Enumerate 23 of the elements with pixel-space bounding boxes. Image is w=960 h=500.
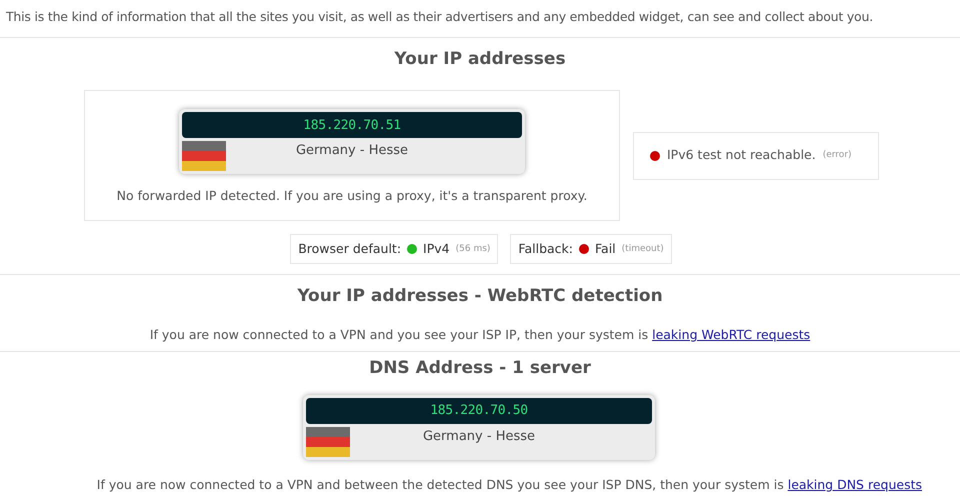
check-label: Browser default: — [298, 240, 402, 258]
dns-note: If you are now connected to a VPN and between the detected DNS you see your ISP DNS, then your system is leaking DNS requests — [96, 476, 923, 494]
intro-text: This is the kind of information that all the sites you visit, as well as their advertisers and any embedded widget, can see and collect about you. — [5, 8, 874, 26]
dns-link[interactable]: leaking DNS requests — [788, 477, 922, 492]
check-value: Fail — [595, 240, 616, 258]
section-title: Your IP addresses — [393, 48, 567, 71]
proxy-note: No forwarded IP detected. If you are using a proxy, it's a transparent proxy. — [116, 187, 588, 206]
location-text: Germany - Hesse — [294, 142, 410, 160]
germany-flag-icon — [306, 427, 350, 457]
section-title: Your IP addresses - WebRTC detection — [296, 285, 664, 308]
germany-flag-icon — [182, 141, 226, 172]
ip-display: 185.220.70.50 — [306, 398, 652, 424]
section-title: DNS Address - 1 server — [368, 356, 592, 380]
webrtc-note: If you are now connected to a VPN and you see your ISP IP, then your system is leaking WebRTC requests — [148, 326, 812, 344]
ipv6-status: IPv6 test not reachable. — [667, 146, 816, 164]
check-label: Fallback: — [518, 240, 573, 258]
check-value: IPv4 — [423, 240, 450, 258]
location-text: Germany - Hesse — [422, 428, 536, 446]
webrtc-link[interactable]: leaking WebRTC requests — [652, 326, 810, 342]
ipv6-detail: (error) — [822, 149, 852, 162]
check-detail: (56 ms) — [456, 242, 490, 256]
check-detail: (timeout) — [622, 242, 664, 256]
ip-display: 185.220.70.51 — [182, 112, 522, 138]
